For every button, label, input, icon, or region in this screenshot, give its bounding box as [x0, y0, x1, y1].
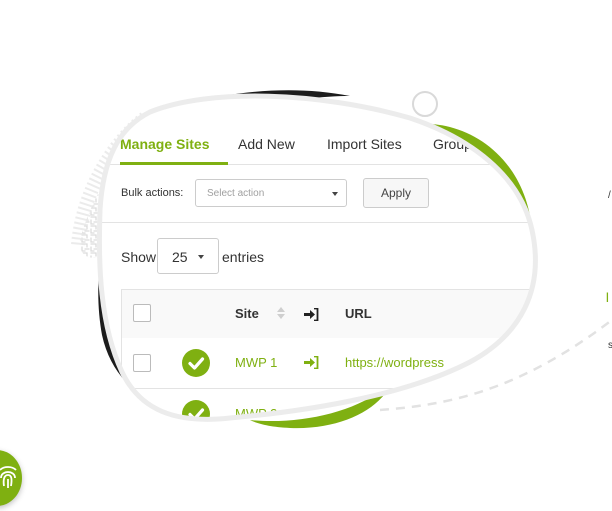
offscreen-text-fragment: |	[606, 292, 609, 303]
bulk-action-placeholder: Select action	[207, 188, 265, 199]
check-circle-icon	[182, 349, 210, 377]
outline-circle	[412, 91, 438, 117]
entries-per-page-value: 25	[172, 249, 188, 265]
sort-icon[interactable]	[277, 307, 285, 319]
bulk-action-select[interactable]: Select action	[195, 179, 347, 207]
table-header-row: Site URL	[122, 290, 542, 339]
column-header-site[interactable]: Site	[235, 306, 259, 321]
column-header-url[interactable]: URL	[345, 306, 372, 321]
site-name-link[interactable]: MWP 1	[235, 355, 277, 370]
tab-manage-sites[interactable]: Manage Sites	[120, 136, 209, 152]
entries-per-page-select[interactable]: 25	[157, 238, 219, 274]
sign-in-icon	[304, 308, 319, 321]
chevron-down-icon	[198, 255, 204, 259]
site-url-link[interactable]: https://wordpress	[345, 355, 444, 370]
row-checkbox[interactable]	[133, 354, 151, 372]
sign-in-icon[interactable]	[304, 356, 319, 369]
apply-button[interactable]: Apply	[363, 178, 429, 208]
bulk-actions-label: Bulk actions:	[121, 187, 184, 199]
offscreen-text-fragment: /	[608, 190, 611, 201]
offscreen-text-fragment: s	[608, 340, 612, 351]
screenshot-stage: Manage Sites Add New Import Sites Groups…	[0, 0, 612, 511]
chevron-down-icon	[332, 192, 338, 196]
tab-import-sites[interactable]: Import Sites	[327, 136, 402, 152]
bulk-actions-toolbar: Bulk actions: Select action Apply	[100, 165, 540, 223]
fingerprint-icon	[0, 466, 17, 488]
select-all-checkbox[interactable]	[133, 304, 151, 322]
entries-label: entries	[222, 249, 265, 265]
show-label: Show	[121, 249, 157, 265]
tab-add-new[interactable]: Add New	[238, 136, 295, 152]
